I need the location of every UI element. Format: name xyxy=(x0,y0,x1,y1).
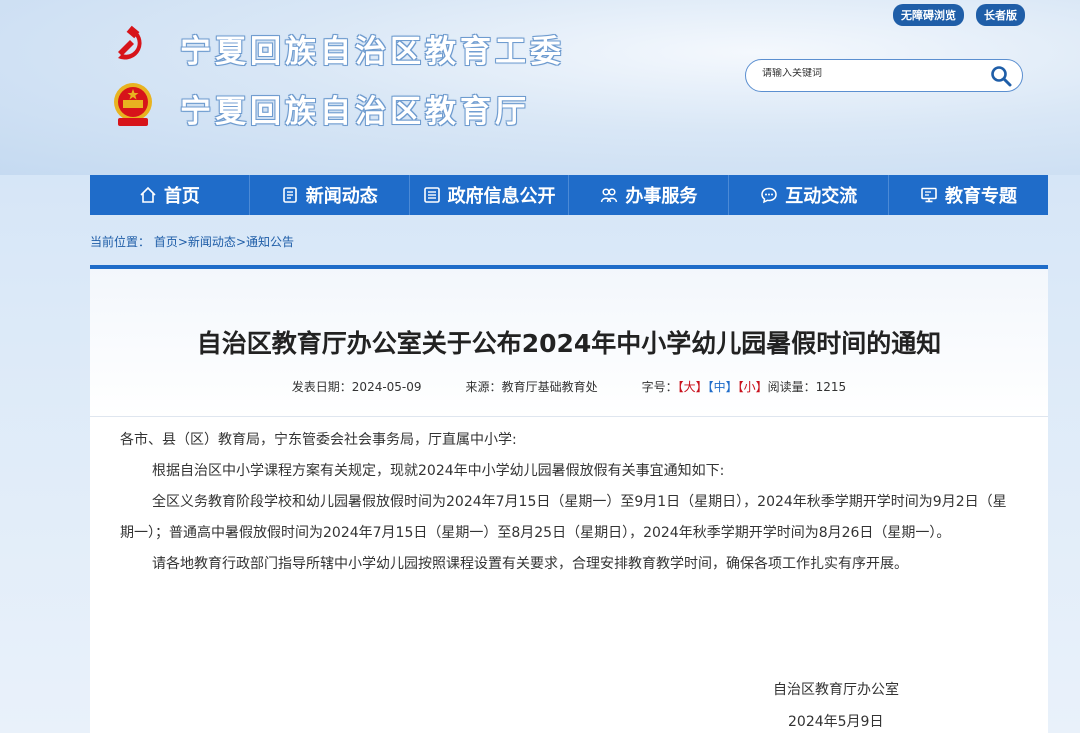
breadcrumb-prefix: 当前位置： xyxy=(90,235,151,249)
breadcrumb-separator: > xyxy=(235,235,246,249)
nav-item-label: 互动交流 xyxy=(785,186,858,207)
font-size-large-button[interactable]: 【大】 xyxy=(678,380,708,394)
people-icon xyxy=(601,188,618,203)
paragraph: 全区义务教育阶段学校和幼儿园暑假放假时间为2024年7月15日（星期一）至9月1… xyxy=(120,494,1007,541)
document-icon xyxy=(423,187,440,203)
nav-item-education-topics[interactable]: 教育专题 xyxy=(889,175,1048,215)
article-header: 自治区教育厅办公室关于公布2024年中小学幼儿园暑假时间的通知 发表日期：202… xyxy=(90,269,1048,417)
national-emblem-icon xyxy=(114,83,152,126)
publish-date: 2024-05-09 xyxy=(351,380,422,394)
breadcrumb-news[interactable]: 新闻动态 xyxy=(188,235,236,249)
breadcrumb-separator: > xyxy=(177,235,188,249)
top-links: 无障碍浏览 长者版 xyxy=(893,4,1025,26)
site-title-department[interactable]: 宁夏回族自治区教育厅 xyxy=(180,86,530,131)
article-source: 教育厅基础教育处 xyxy=(501,380,598,394)
source-label: 来源： xyxy=(465,380,502,394)
font-size-small-button[interactable]: 【小】 xyxy=(738,380,768,394)
nav-item-label: 新闻动态 xyxy=(305,186,378,207)
read-count-label: 阅读量： xyxy=(767,380,816,394)
font-size-medium-button[interactable]: 【中】 xyxy=(708,380,738,394)
article-body: 各市、县（区）教育局，宁东管委会社会事务局，厅直属中小学: 根据自治区中小学课程… xyxy=(120,425,1020,580)
news-icon xyxy=(282,187,297,203)
article-container: 自治区教育厅办公室关于公布2024年中小学幼儿园暑假时间的通知 发表日期：202… xyxy=(90,265,1048,733)
elder-mode-link[interactable]: 长者版 xyxy=(976,4,1025,26)
signature-date: 2024年5月9日 xyxy=(788,714,884,730)
site-title-party[interactable]: 宁夏回族自治区教育工委 xyxy=(180,26,565,71)
nav-item-gov-info[interactable]: 政府信息公开 xyxy=(410,175,570,215)
home-icon xyxy=(140,186,156,203)
search-input[interactable] xyxy=(762,68,972,79)
breadcrumb: 当前位置： 首页>新闻动态>通知公告 xyxy=(90,233,294,250)
paragraph: 请各地教育行政部门指导所辖中小学幼儿园按照课程设置有关要求，合理安排教育教学时间… xyxy=(152,556,908,572)
paragraph: 根据自治区中小学课程方案有关规定，现就2024年中小学幼儿园暑假放假有关事宜通知… xyxy=(152,463,725,479)
nav-item-services[interactable]: 办事服务 xyxy=(569,175,730,215)
signature-org: 自治区教育厅办公室 xyxy=(773,682,899,698)
article-meta: 发表日期：2024-05-09 来源：教育厅基础教育处 字号：【大】【中】【小】阅读… xyxy=(90,378,1048,395)
read-count: 1215 xyxy=(815,380,847,394)
main-nav: 首页 新闻动态 政府信息公开 办事服务 互动交流 教育专题 xyxy=(90,175,1048,215)
nav-item-interaction[interactable]: 互动交流 xyxy=(729,175,890,215)
party-emblem-icon xyxy=(118,25,142,60)
monitor-icon xyxy=(921,187,937,203)
date-label: 发表日期： xyxy=(291,380,352,394)
article-title: 自治区教育厅办公室关于公布2024年中小学幼儿园暑假时间的通知 xyxy=(196,329,942,358)
nav-item-label: 首页 xyxy=(163,186,200,207)
chat-icon xyxy=(761,187,777,204)
font-size-label: 字号： xyxy=(641,380,678,394)
search-icon[interactable] xyxy=(990,65,1012,87)
site-header: 无障碍浏览 长者版 宁夏回族自治区教育工委 宁夏回族自治区教育厅 xyxy=(0,0,1080,175)
nav-item-label: 教育专题 xyxy=(945,186,1018,207)
breadcrumb-notices[interactable]: 通知公告 xyxy=(246,235,294,249)
nav-item-label: 政府信息公开 xyxy=(447,186,556,207)
nav-item-news[interactable]: 新闻动态 xyxy=(250,175,410,215)
accessibility-link[interactable]: 无障碍浏览 xyxy=(893,4,964,26)
nav-item-home[interactable]: 首页 xyxy=(90,175,250,215)
breadcrumb-home[interactable]: 首页 xyxy=(154,235,178,249)
salutation: 各市、县（区）教育局，宁东管委会社会事务局，厅直属中小学: xyxy=(120,432,517,448)
nav-item-label: 办事服务 xyxy=(625,186,698,207)
search-box xyxy=(745,59,1023,92)
